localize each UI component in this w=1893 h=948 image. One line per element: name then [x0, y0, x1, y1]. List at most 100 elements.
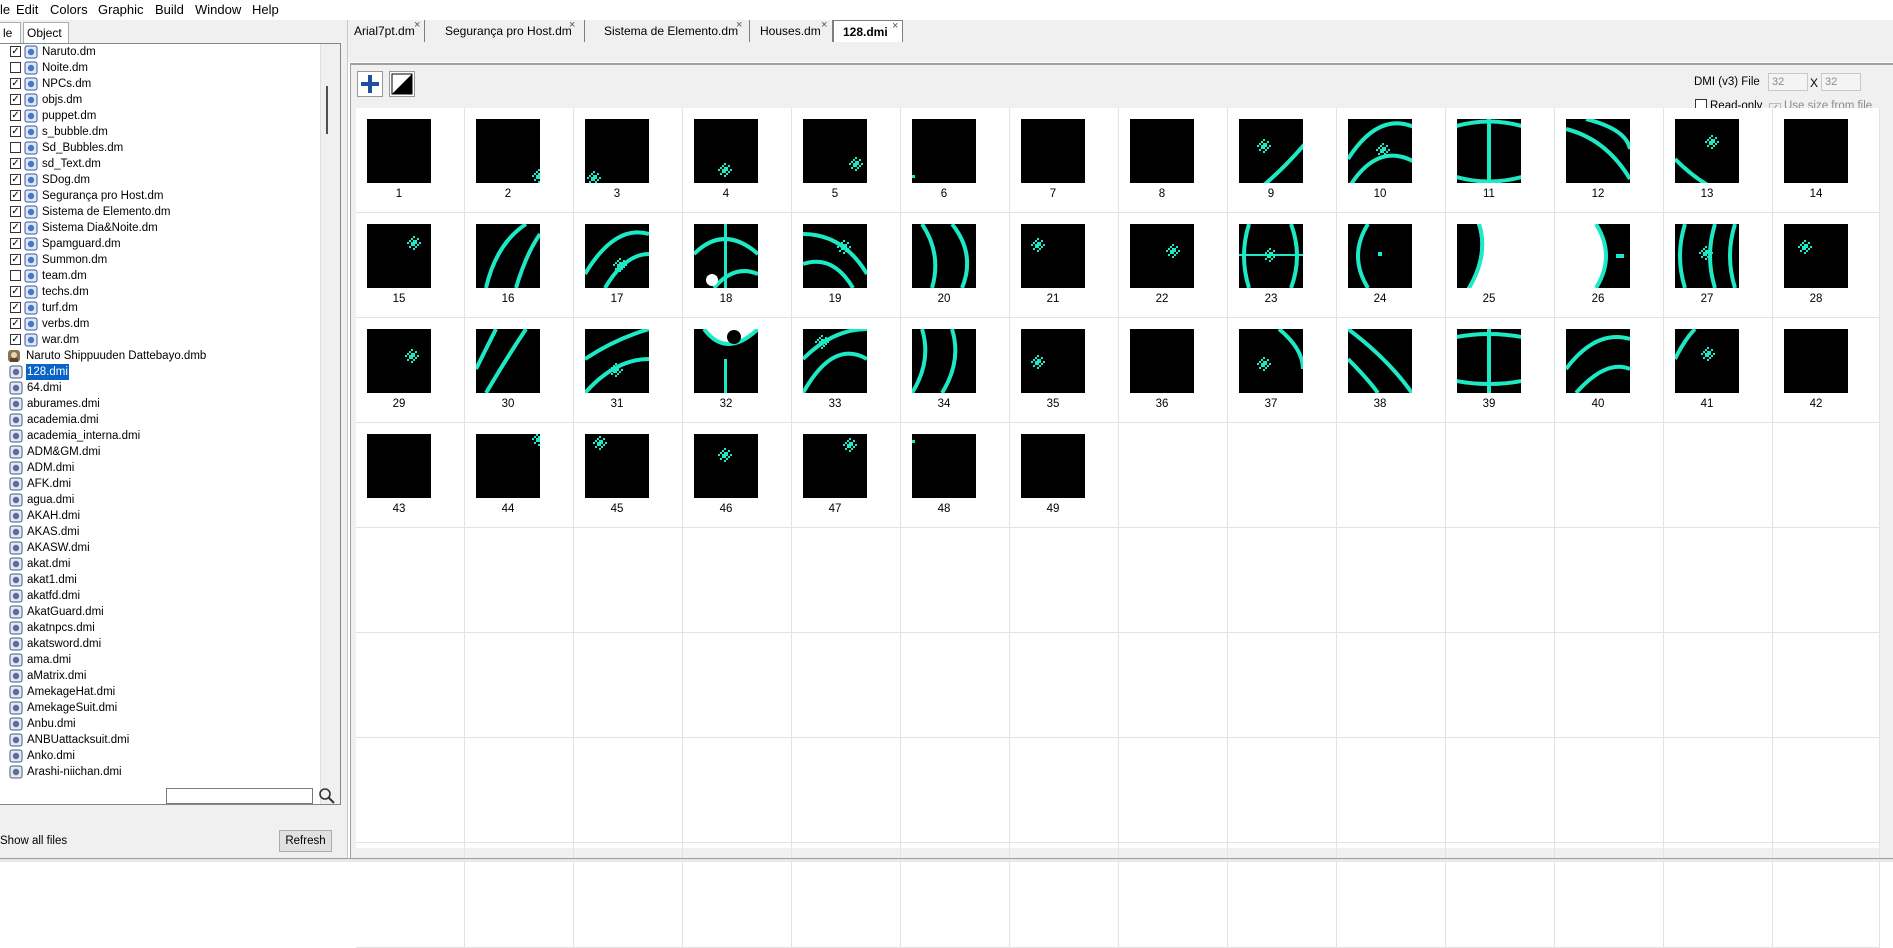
- icon-state-cell[interactable]: 30: [465, 318, 574, 423]
- icon-state-preview[interactable]: [367, 434, 431, 498]
- tab-seguranca-pro-host[interactable]: Segurança pro Host.dm ×: [437, 19, 585, 42]
- tree-item[interactable]: akat.dmi: [0, 556, 320, 572]
- icon-state-preview[interactable]: [803, 329, 867, 393]
- tree-item[interactable]: ANBUattacksuit.dmi: [0, 732, 320, 748]
- icon-state-preview[interactable]: [1021, 119, 1085, 183]
- icon-state-preview[interactable]: [367, 329, 431, 393]
- icon-state-preview[interactable]: [1239, 224, 1303, 288]
- tree-item[interactable]: Noite.dm: [0, 60, 320, 76]
- icon-state-preview[interactable]: [694, 434, 758, 498]
- include-checkbox[interactable]: ✓: [10, 318, 21, 329]
- icon-state-preview[interactable]: [1457, 329, 1521, 393]
- tree-item[interactable]: agua.dmi: [0, 492, 320, 508]
- icon-height-field[interactable]: [1821, 73, 1861, 91]
- icon-state-cell[interactable]: 4: [683, 108, 792, 213]
- icon-state-cell[interactable]: 19: [792, 213, 901, 318]
- include-checkbox[interactable]: ✓: [10, 158, 21, 169]
- close-icon[interactable]: ×: [569, 14, 575, 36]
- icon-state-cell[interactable]: 24: [1337, 213, 1446, 318]
- close-icon[interactable]: ×: [821, 14, 827, 36]
- menu-build[interactable]: Build: [155, 1, 184, 19]
- include-checkbox[interactable]: ✓: [10, 78, 21, 89]
- tree-scrollbar[interactable]: [320, 44, 340, 804]
- include-checkbox[interactable]: ✓: [10, 174, 21, 185]
- panel-splitter[interactable]: [341, 20, 348, 858]
- icon-state-cell[interactable]: 27: [1664, 213, 1773, 318]
- menu-window[interactable]: Window: [195, 1, 241, 19]
- include-checkbox[interactable]: ✓: [10, 222, 21, 233]
- icon-state-preview[interactable]: [1675, 329, 1739, 393]
- icon-state-cell[interactable]: 18: [683, 213, 792, 318]
- tree-item[interactable]: ✓ turf.dm: [0, 300, 320, 316]
- icon-state-preview[interactable]: [912, 329, 976, 393]
- icon-state-preview[interactable]: [1566, 119, 1630, 183]
- icon-state-cell[interactable]: 34: [901, 318, 1010, 423]
- include-checkbox[interactable]: ✓: [10, 190, 21, 201]
- tree-item[interactable]: AFK.dmi: [0, 476, 320, 492]
- tree-item[interactable]: AmekageSuit.dmi: [0, 700, 320, 716]
- icon-state-preview[interactable]: [1021, 434, 1085, 498]
- menu-graphic[interactable]: Graphic: [98, 1, 144, 19]
- icon-state-cell[interactable]: 22: [1119, 213, 1228, 318]
- icon-state-preview[interactable]: [1021, 224, 1085, 288]
- icon-state-preview[interactable]: [1130, 119, 1194, 183]
- menu-help[interactable]: Help: [252, 1, 279, 19]
- tree-item[interactable]: ✓ techs.dm: [0, 284, 320, 300]
- tree-item[interactable]: academia_interna.dmi: [0, 428, 320, 444]
- tree-item[interactable]: AKAS.dmi: [0, 524, 320, 540]
- icon-state-preview[interactable]: [1348, 329, 1412, 393]
- tab-arial7pt[interactable]: Arial7pt.dm ×: [348, 19, 425, 42]
- icon-state-cell[interactable]: 6: [901, 108, 1010, 213]
- icon-state-cell[interactable]: 42: [1773, 318, 1880, 423]
- tree-item[interactable]: ADM&GM.dmi: [0, 444, 320, 460]
- icon-state-cell[interactable]: 13: [1664, 108, 1773, 213]
- icon-state-cell[interactable]: 37: [1228, 318, 1337, 423]
- icon-state-cell[interactable]: 11: [1446, 108, 1555, 213]
- tree-item[interactable]: Naruto Shippuuden Dattebayo.dmb: [0, 348, 320, 364]
- tree-item[interactable]: AkatGuard.dmi: [0, 604, 320, 620]
- icon-state-cell[interactable]: 17: [574, 213, 683, 318]
- tree-item[interactable]: Anko.dmi: [0, 748, 320, 764]
- icon-state-cell[interactable]: 23: [1228, 213, 1337, 318]
- tree-item[interactable]: Sd_Bubbles.dm: [0, 140, 320, 156]
- tree-item[interactable]: ✓ verbs.dm: [0, 316, 320, 332]
- close-icon[interactable]: ×: [736, 14, 742, 36]
- icon-state-preview[interactable]: [803, 224, 867, 288]
- background-toggle-button[interactable]: [389, 71, 415, 97]
- icon-state-cell[interactable]: 46: [683, 423, 792, 528]
- menu-colors[interactable]: Colors: [50, 1, 88, 19]
- icon-state-preview[interactable]: [1457, 119, 1521, 183]
- icon-state-preview[interactable]: [1566, 224, 1630, 288]
- icon-state-cell[interactable]: 40: [1555, 318, 1664, 423]
- tab-128-dmi[interactable]: 128.dmi ×: [833, 20, 903, 42]
- icon-state-preview[interactable]: [1239, 119, 1303, 183]
- icon-state-preview[interactable]: [367, 119, 431, 183]
- icon-state-cell[interactable]: 47: [792, 423, 901, 528]
- icon-state-preview[interactable]: [694, 329, 758, 393]
- icon-state-cell[interactable]: 15: [356, 213, 465, 318]
- tree-item[interactable]: team.dm: [0, 268, 320, 284]
- icon-state-cell[interactable]: 14: [1773, 108, 1880, 213]
- icon-state-preview[interactable]: [1021, 329, 1085, 393]
- include-checkbox[interactable]: ✓: [10, 206, 21, 217]
- icon-state-preview[interactable]: [585, 434, 649, 498]
- tree-item[interactable]: ✓ puppet.dm: [0, 108, 320, 124]
- icon-state-preview[interactable]: [1348, 119, 1412, 183]
- tree-item[interactable]: academia.dmi: [0, 412, 320, 428]
- icon-state-preview[interactable]: [585, 224, 649, 288]
- icon-state-preview[interactable]: [1130, 329, 1194, 393]
- tree-item[interactable]: ADM.dmi: [0, 460, 320, 476]
- tab-houses[interactable]: Houses.dm ×: [750, 19, 833, 42]
- icon-state-cell[interactable]: 9: [1228, 108, 1337, 213]
- tree-item[interactable]: AKAH.dmi: [0, 508, 320, 524]
- tree-item[interactable]: aburames.dmi: [0, 396, 320, 412]
- icon-state-preview[interactable]: [803, 119, 867, 183]
- tree-item[interactable]: akatfd.dmi: [0, 588, 320, 604]
- icon-state-cell[interactable]: 12: [1555, 108, 1664, 213]
- include-checkbox[interactable]: ✓: [10, 254, 21, 265]
- icon-state-cell[interactable]: 32: [683, 318, 792, 423]
- icon-state-cell[interactable]: 43: [356, 423, 465, 528]
- icon-state-preview[interactable]: [912, 224, 976, 288]
- icon-state-preview[interactable]: [1348, 224, 1412, 288]
- icon-state-cell[interactable]: 2: [465, 108, 574, 213]
